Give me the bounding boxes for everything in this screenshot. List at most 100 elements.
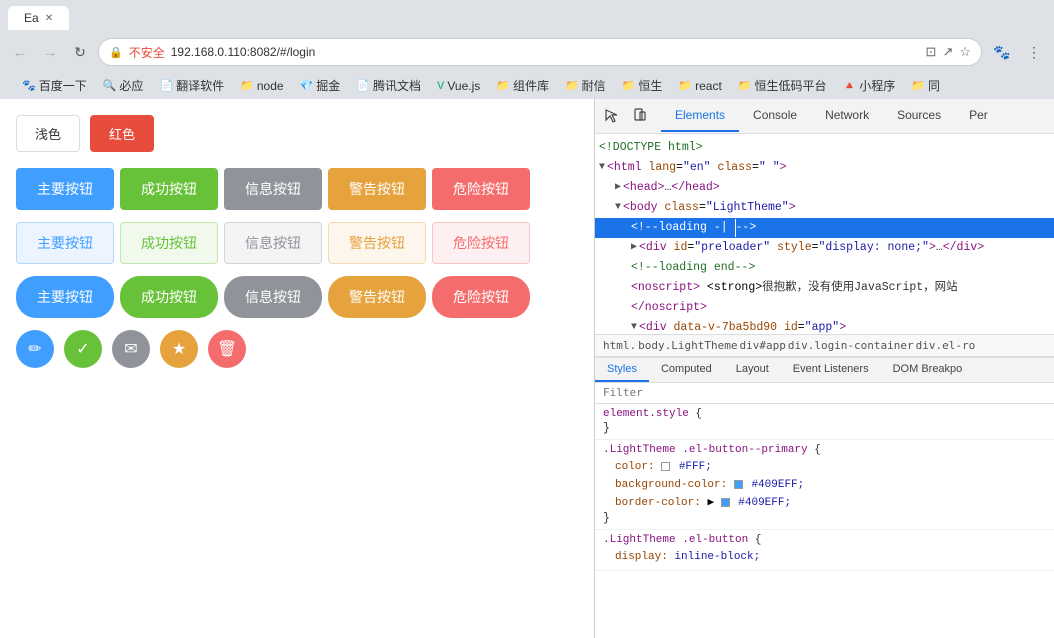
preloader-close: > bbox=[929, 239, 936, 257]
primary-solid-button[interactable]: 主要按钮 bbox=[16, 168, 114, 210]
close-brace: } bbox=[603, 422, 1046, 435]
device-toolbar-button[interactable] bbox=[627, 103, 653, 129]
bookmark-baidu[interactable]: 🐾 百度一下 bbox=[16, 75, 93, 96]
dom-noscript-close[interactable]: </noscript> bbox=[595, 298, 1054, 318]
address-bar[interactable]: 🔒 不安全 192.168.0.110:8082/#/login ⊡ ↗ ☆ bbox=[98, 38, 982, 66]
bookmark-react[interactable]: 📁 react bbox=[672, 77, 727, 95]
reload-button[interactable]: ↻ bbox=[68, 40, 92, 64]
dom-loading-comment[interactable]: <!--loading -| --> bbox=[595, 218, 1054, 238]
bookmark-label: 恒生低码平台 bbox=[755, 77, 827, 94]
attr-class: class bbox=[658, 199, 699, 217]
preloader-end: </div> bbox=[943, 239, 984, 257]
style-selector: element.style { bbox=[603, 408, 1046, 420]
styles-tab-dom-breakpoints[interactable]: DOM Breakpo bbox=[881, 358, 975, 382]
tab-performance[interactable]: Per bbox=[955, 100, 1002, 132]
dom-head[interactable]: ▶ <head>…</head> bbox=[595, 178, 1054, 198]
light-theme-button[interactable]: 浅色 bbox=[16, 115, 80, 152]
info-round-button[interactable]: 信息按钮 bbox=[224, 276, 322, 318]
danger-solid-button[interactable]: 危险按钮 bbox=[432, 168, 530, 210]
breadcrumb-row[interactable]: div.el-ro bbox=[916, 339, 976, 352]
dom-doctype[interactable]: <!DOCTYPE html> bbox=[595, 138, 1054, 158]
bookmark-hengsheng[interactable]: 📁 恒生 bbox=[616, 75, 669, 96]
triangle-icon[interactable]: ▶ bbox=[615, 179, 621, 197]
success-round-button[interactable]: 成功按钮 bbox=[120, 276, 218, 318]
breadcrumb-body[interactable]: body.LightTheme bbox=[638, 339, 737, 352]
dom-app-div[interactable]: ▼ <div data-v-7ba5bd90 id="app" > bbox=[595, 318, 1054, 334]
bookmark-star-icon[interactable]: ☆ bbox=[959, 44, 971, 60]
style-selector: .LightTheme .el-button--primary { bbox=[603, 444, 1046, 456]
open-brace: { bbox=[814, 444, 821, 456]
tab-elements[interactable]: Elements bbox=[661, 100, 739, 132]
extensions-button[interactable]: 🐾 bbox=[988, 40, 1016, 64]
breadcrumb-app[interactable]: div#app bbox=[739, 339, 785, 352]
color-swatch bbox=[661, 462, 670, 471]
triangle-icon[interactable]: ▶ bbox=[631, 239, 637, 257]
prop-value: inline-block; bbox=[674, 551, 760, 563]
triangle-icon[interactable]: ▼ bbox=[631, 319, 637, 334]
primary-icon-button[interactable]: ✏ bbox=[16, 330, 54, 368]
success-plain-button[interactable]: 成功按钮 bbox=[120, 222, 218, 264]
red-theme-button[interactable]: 红色 bbox=[90, 115, 154, 152]
tab-network[interactable]: Network bbox=[811, 100, 883, 132]
triangle-icon[interactable]: ▼ bbox=[615, 199, 621, 217]
triangle-icon[interactable]: ▼ bbox=[599, 159, 605, 177]
browser-tab[interactable]: Ea ✕ bbox=[8, 6, 69, 30]
warning-icon-button[interactable]: ★ bbox=[160, 330, 198, 368]
dom-loading-end[interactable]: <!--loading end--> bbox=[595, 258, 1054, 278]
dom-body[interactable]: ▼ <body class="LightTheme" > bbox=[595, 198, 1054, 218]
tab-close-icon[interactable]: ✕ bbox=[45, 13, 53, 24]
share-icon[interactable]: ↗ bbox=[942, 44, 953, 60]
close-brace: } bbox=[603, 512, 1046, 525]
bookmark-components[interactable]: 📁 组件库 bbox=[490, 75, 555, 96]
styles-filter-input[interactable] bbox=[603, 386, 1046, 399]
primary-plain-button[interactable]: 主要按钮 bbox=[16, 222, 114, 264]
tab-sources[interactable]: Sources bbox=[883, 100, 955, 132]
browser-frame: Ea ✕ ← → ↻ 🔒 不安全 192.168.0.110:8082/#/lo… bbox=[0, 0, 1054, 638]
bookmark-other[interactable]: 📁 同 bbox=[905, 75, 946, 96]
info-icon-button[interactable]: ✉ bbox=[112, 330, 150, 368]
bookmark-vuejs[interactable]: V Vue.js bbox=[431, 77, 486, 95]
tab-console[interactable]: Console bbox=[739, 100, 811, 132]
html-tag-close: > bbox=[780, 159, 787, 177]
bookmark-icon: 📁 bbox=[622, 79, 636, 92]
breadcrumb-html[interactable]: html. bbox=[603, 339, 636, 352]
bookmark-biying[interactable]: 🔍 必应 bbox=[97, 75, 150, 96]
primary-round-button[interactable]: 主要按钮 bbox=[16, 276, 114, 318]
success-solid-button[interactable]: 成功按钮 bbox=[120, 168, 218, 210]
danger-plain-button[interactable]: 危险按钮 bbox=[432, 222, 530, 264]
forward-button[interactable]: → bbox=[38, 40, 62, 64]
bookmark-tencent[interactable]: 📄 腾讯文档 bbox=[350, 75, 427, 96]
success-icon-button[interactable]: ✓ bbox=[64, 330, 102, 368]
styles-tab-computed[interactable]: Computed bbox=[649, 358, 724, 382]
danger-icon-button[interactable]: 🗑 bbox=[208, 330, 246, 368]
bookmark-naixin[interactable]: 📁 耐信 bbox=[559, 75, 612, 96]
bookmark-miniapp[interactable]: 🔺 小程序 bbox=[837, 75, 902, 96]
styles-tab-styles[interactable]: Styles bbox=[595, 358, 649, 382]
warning-plain-button[interactable]: 警告按钮 bbox=[328, 222, 426, 264]
menu-button[interactable]: ⋮ bbox=[1022, 40, 1046, 64]
prop-value: #409EFF; bbox=[751, 479, 804, 491]
bookmark-node[interactable]: 📁 node bbox=[234, 77, 289, 95]
dom-noscript[interactable]: <noscript> <strong>很抱歉，没有使用JavaScript，网站 bbox=[595, 278, 1054, 298]
inspect-element-button[interactable] bbox=[599, 103, 625, 129]
style-rule-element: element.style { } bbox=[595, 404, 1054, 440]
devtools-toolbar: Elements Console Network Sources Per bbox=[595, 99, 1054, 134]
info-plain-button[interactable]: 信息按钮 bbox=[224, 222, 322, 264]
danger-round-button[interactable]: 危险按钮 bbox=[432, 276, 530, 318]
screenshot-icon[interactable]: ⊡ bbox=[926, 44, 937, 60]
bookmark-translate[interactable]: 📄 翻译软件 bbox=[153, 75, 230, 96]
bookmark-juejin[interactable]: 💎 掘金 bbox=[294, 75, 347, 96]
attr-datav: data-v-7ba5bd90 bbox=[667, 319, 777, 334]
dom-preloader[interactable]: ▶ <div id="preloader" style="display: no… bbox=[595, 238, 1054, 258]
warning-round-button[interactable]: 警告按钮 bbox=[328, 276, 426, 318]
bookmark-label: 同 bbox=[928, 77, 940, 94]
styles-tab-events[interactable]: Event Listeners bbox=[781, 358, 881, 382]
tab-bar: Ea ✕ bbox=[0, 0, 1054, 30]
info-solid-button[interactable]: 信息按钮 bbox=[224, 168, 322, 210]
back-button[interactable]: ← bbox=[8, 40, 32, 64]
dom-html[interactable]: ▼ <html lang="en" class=" " > bbox=[595, 158, 1054, 178]
bookmark-lowcode[interactable]: 📁 恒生低码平台 bbox=[732, 75, 833, 96]
breadcrumb-login[interactable]: div.login-container bbox=[788, 339, 914, 352]
warning-solid-button[interactable]: 警告按钮 bbox=[328, 168, 426, 210]
styles-tab-layout[interactable]: Layout bbox=[724, 358, 781, 382]
